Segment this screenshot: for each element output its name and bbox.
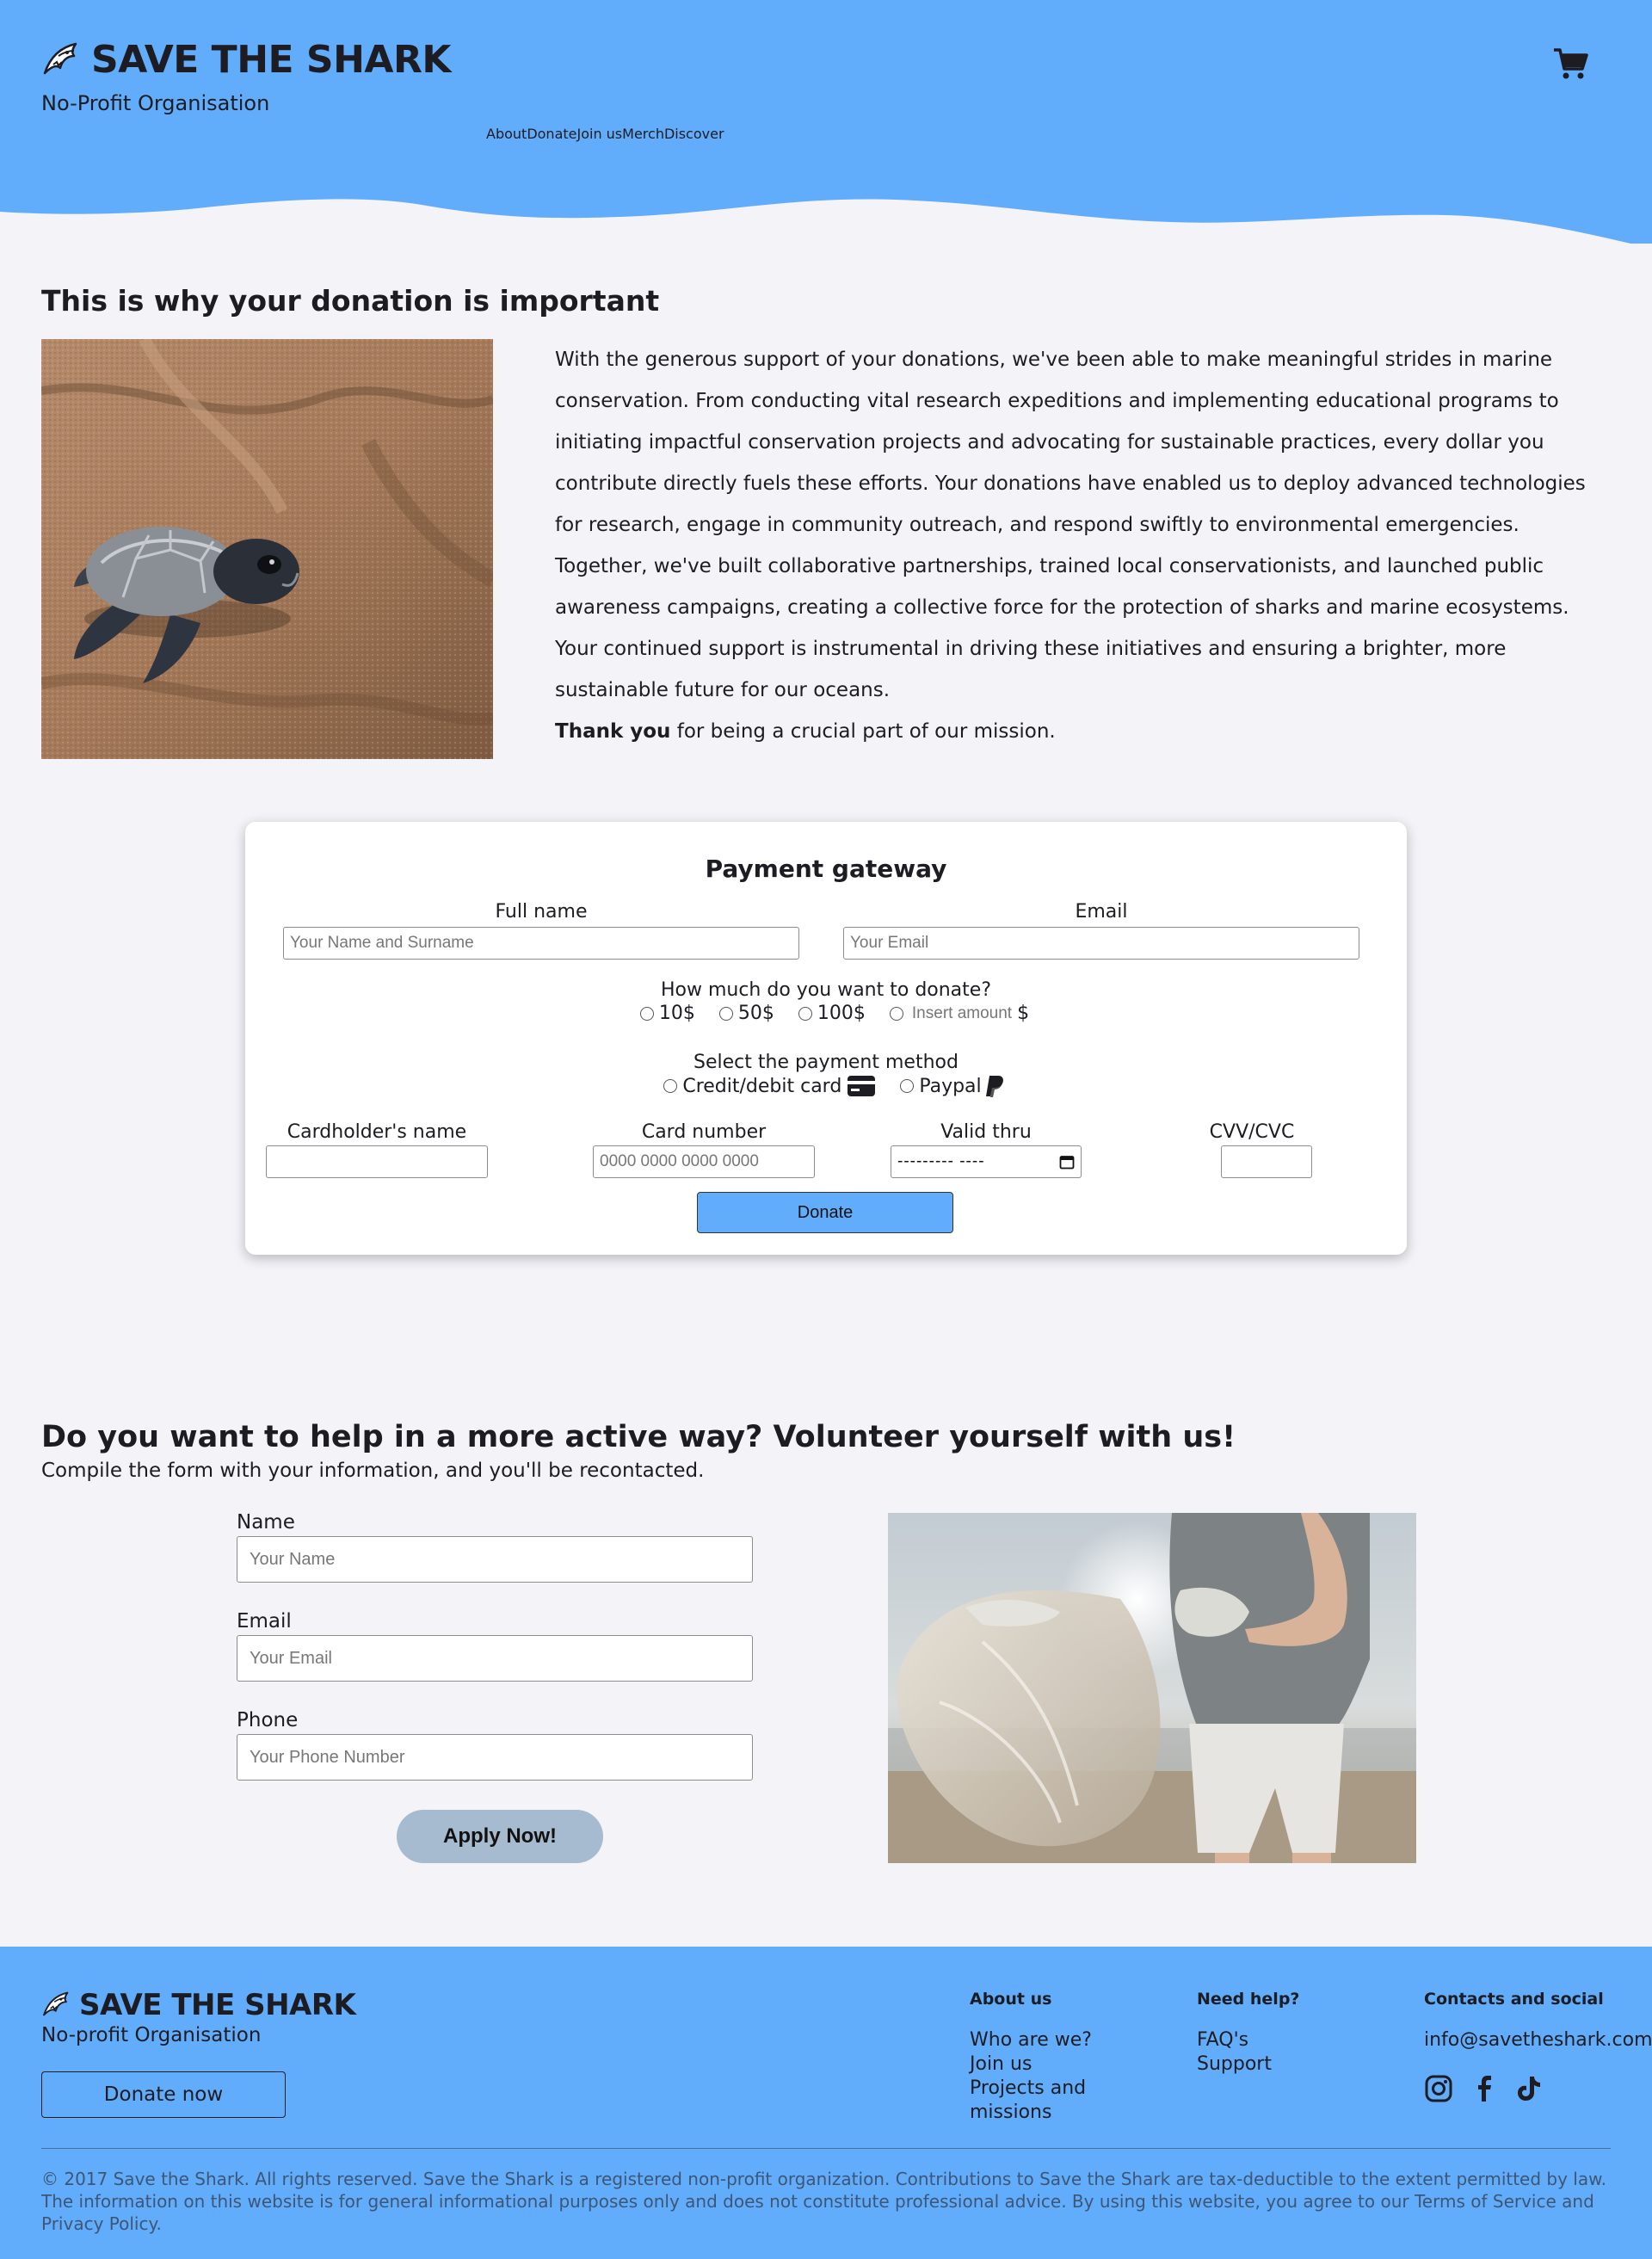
brand-name: SAVE THE SHARK <box>91 38 451 82</box>
footer-brand-name: SAVE THE SHARK <box>79 1988 356 2022</box>
amount-option-10[interactable]: 10$ <box>639 1003 695 1024</box>
card-number-input[interactable]: 0000 0000 0000 0000 <box>593 1145 815 1178</box>
brand-tagline: No-Profit Organisation <box>41 91 270 115</box>
footer-email-link[interactable]: info@savetheshark.com <box>1424 2028 1652 2052</box>
apply-now-button[interactable]: Apply Now! <box>397 1810 603 1863</box>
method-question: Select the payment method <box>693 1052 959 1073</box>
volunteer-name-label: Name <box>237 1511 295 1534</box>
footer-legal-text: © 2017 Save the Shark. All rights reserv… <box>41 2169 1606 2234</box>
volunteer-beach-image <box>888 1513 1416 1863</box>
method-paypal-label: Paypal <box>919 1075 982 1097</box>
method-paypal-option[interactable]: Paypal <box>900 1074 1005 1098</box>
nav-merch[interactable]: Merch <box>622 126 664 142</box>
nav-about[interactable]: About <box>486 126 527 142</box>
turtle-image <box>41 339 493 759</box>
donate-button[interactable]: Donate <box>697 1192 953 1233</box>
full-name-input[interactable]: Your Name and Surname <box>283 927 799 960</box>
valid-thru-input[interactable]: --------- ---- <box>891 1145 1082 1178</box>
importance-body: With the generous support of your donati… <box>555 339 1605 752</box>
amount-options: 10$ 50$ 100$ Insert amount $ <box>254 1003 1415 1024</box>
thank-you-rest: for being a crucial part of our mission. <box>670 720 1056 743</box>
site-header: SAVE THE SHARK No-Profit Organisation Ab… <box>0 0 1652 250</box>
payment-gateway-card: Payment gateway Full name Your Name and … <box>245 822 1407 1255</box>
method-card-option[interactable]: Credit/debit card <box>663 1075 876 1097</box>
volunteer-email-input[interactable]: Your Email <box>237 1635 753 1682</box>
payment-email-input[interactable]: Your Email <box>843 927 1359 960</box>
radio-paypal[interactable] <box>900 1079 915 1093</box>
footer-help-heading: Need help? <box>1197 1990 1300 2009</box>
payment-gateway-title: Payment gateway <box>705 855 947 883</box>
footer-tagline: No-profit Organisation <box>41 2024 262 2046</box>
importance-paragraph: With the generous support of your donati… <box>555 349 1586 701</box>
amount-100-label: 100$ <box>817 1003 866 1024</box>
volunteer-email-label: Email <box>237 1610 292 1633</box>
volunteer-phone-label: Phone <box>237 1709 299 1731</box>
method-card-label: Credit/debit card <box>682 1075 842 1097</box>
importance-title: This is why your donation is important <box>41 284 660 318</box>
radio-custom[interactable] <box>889 1006 903 1021</box>
tiktok-icon[interactable] <box>1514 2074 1544 2103</box>
nav-join-us[interactable]: Join us <box>576 126 622 142</box>
amount-question: How much do you want to donate? <box>660 979 992 1001</box>
footer-divider <box>41 2148 1611 2149</box>
amount-50-label: 50$ <box>737 1003 774 1024</box>
volunteer-phone-input[interactable]: Your Phone Number <box>237 1734 753 1781</box>
volunteer-subtitle: Compile the form with your information, … <box>41 1460 705 1482</box>
radio-50[interactable] <box>718 1006 733 1021</box>
shopping-cart-icon[interactable] <box>1552 45 1590 83</box>
amount-option-custom[interactable]: Insert amount $ <box>889 1003 1030 1024</box>
footer-link-projects[interactable]: Projects and missions <box>970 2077 1099 2125</box>
header-logo[interactable]: SAVE THE SHARK <box>41 38 451 82</box>
shark-logo-icon <box>43 1991 69 2016</box>
cardholder-label: Cardholder's name <box>287 1121 467 1143</box>
footer-contacts-heading: Contacts and social <box>1424 1990 1604 2009</box>
valid-thru-label: Valid thru <box>940 1121 1032 1143</box>
payment-email-label: Email <box>1075 901 1128 923</box>
instagram-icon[interactable] <box>1424 2074 1453 2103</box>
footer-logo[interactable]: SAVE THE SHARK <box>41 1988 356 2022</box>
valid-thru-value: --------- ---- <box>897 1152 985 1170</box>
radio-10[interactable] <box>639 1006 654 1021</box>
method-options: Credit/debit card Paypal <box>254 1074 1415 1098</box>
facebook-icon[interactable] <box>1470 2074 1499 2103</box>
volunteer-name-input[interactable]: Your Name <box>237 1536 753 1583</box>
thank-you-bold: Thank you <box>555 720 671 743</box>
cvv-input[interactable] <box>1221 1145 1312 1178</box>
custom-amount-input[interactable]: Insert amount <box>912 1004 1012 1023</box>
footer-link-who-are-we[interactable]: Who are we? <box>970 2028 1092 2052</box>
radio-100[interactable] <box>798 1006 812 1021</box>
currency-symbol: $ <box>1017 1003 1030 1024</box>
site-footer: SAVE THE SHARK No-profit Organisation Do… <box>0 1947 1652 2259</box>
footer-about-heading: About us <box>970 1990 1052 2009</box>
footer-link-join-us[interactable]: Join us <box>970 2052 1032 2077</box>
footer-donate-button[interactable]: Donate now <box>41 2071 286 2118</box>
card-number-label: Card number <box>641 1121 767 1143</box>
credit-card-icon <box>848 1076 876 1096</box>
calendar-icon[interactable] <box>1059 1154 1075 1170</box>
cvv-label: CVV/CVC <box>1209 1121 1295 1143</box>
footer-link-support[interactable]: Support <box>1197 2052 1272 2077</box>
nav-donate[interactable]: Donate <box>527 126 576 142</box>
cardholder-input[interactable] <box>266 1145 488 1178</box>
paypal-icon <box>985 1076 1003 1097</box>
amount-option-100[interactable]: 100$ <box>798 1003 866 1024</box>
amount-10-label: 10$ <box>658 1003 695 1024</box>
full-name-label: Full name <box>495 901 588 923</box>
shark-logo-icon <box>43 42 77 74</box>
nav-discover[interactable]: Discover <box>664 126 724 142</box>
volunteer-title: Do you want to help in a more active way… <box>41 1420 1236 1454</box>
footer-link-faq[interactable]: FAQ's <box>1197 2028 1248 2052</box>
main-nav: About Donate Join us Merch Discover <box>486 126 724 142</box>
radio-card[interactable] <box>663 1079 678 1093</box>
amount-option-50[interactable]: 50$ <box>718 1003 774 1024</box>
